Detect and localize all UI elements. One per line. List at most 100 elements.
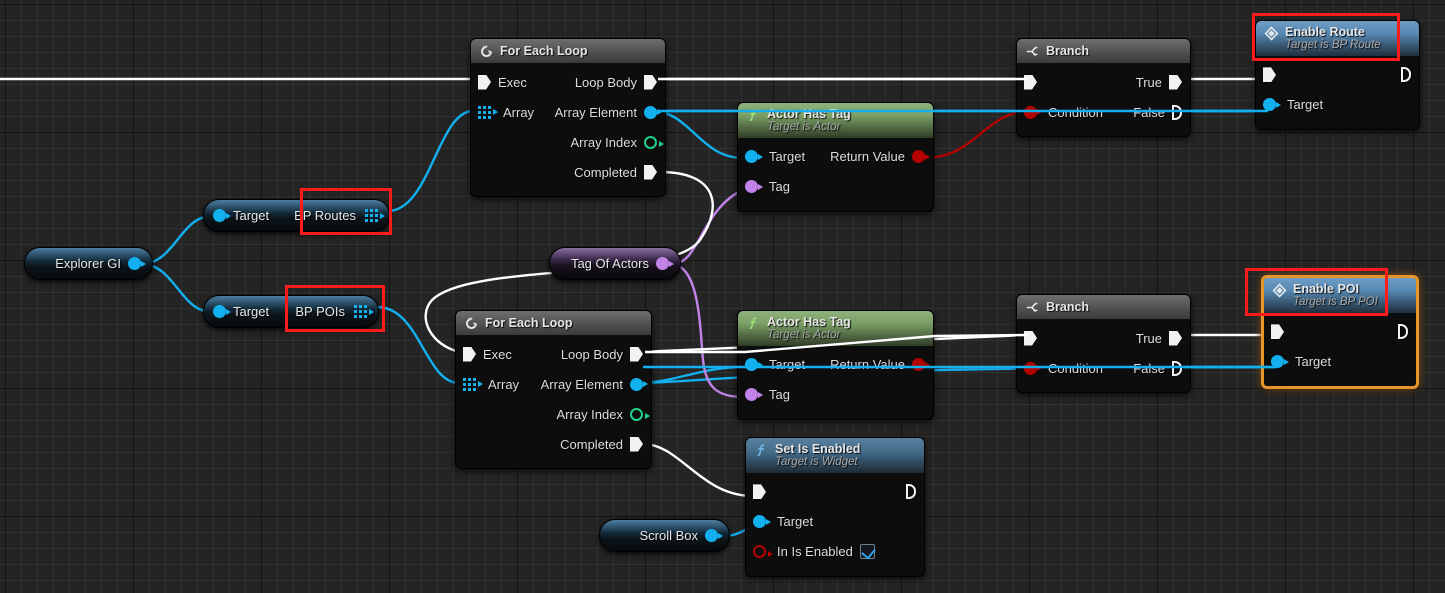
node-body: Exec Loop Body Array Array Element Array… xyxy=(471,63,665,196)
condition-in-pin[interactable]: Condition xyxy=(1024,361,1103,376)
bool-pin-icon xyxy=(1024,361,1042,375)
completed-pin[interactable]: Completed xyxy=(574,164,657,180)
variable-getter-bp-pois[interactable]: Target BP POIs xyxy=(203,295,379,328)
exec-in-pin[interactable] xyxy=(1263,67,1276,83)
node-header[interactable]: Branch xyxy=(1017,39,1190,63)
return-value-pin[interactable]: Return Value xyxy=(830,149,930,164)
object-pin-icon xyxy=(745,150,763,164)
int-pin-icon xyxy=(630,407,650,421)
tag-in-pin[interactable]: Tag xyxy=(745,387,790,402)
node-for-each-loop-routes[interactable]: For Each Loop Exec Loop Body Array Array… xyxy=(470,38,666,197)
exec-in-pin[interactable] xyxy=(1024,74,1037,90)
completed-pin[interactable]: Completed xyxy=(560,436,643,452)
pin-label: Target xyxy=(769,357,806,373)
node-enable-poi[interactable]: Enable POI Target is BP POI Target xyxy=(1261,275,1419,389)
event-icon xyxy=(1272,283,1287,298)
condition-in-pin[interactable]: Condition xyxy=(1024,105,1103,120)
variable-getter-tag-of-actors[interactable]: Tag Of Actors xyxy=(549,247,681,280)
int-pin-icon xyxy=(644,135,664,149)
exec-out-pin[interactable] xyxy=(1401,67,1411,83)
target-in-pin[interactable]: Target xyxy=(1271,354,1331,369)
object-pin-icon[interactable] xyxy=(128,257,146,270)
object-pin-icon[interactable] xyxy=(705,529,723,542)
tag-in-pin[interactable]: Tag xyxy=(745,179,790,194)
object-pin-icon xyxy=(630,377,648,391)
exec-in-pin[interactable]: Exec xyxy=(463,346,512,362)
node-header[interactable]: Set Is Enabled Target is Widget xyxy=(746,438,924,473)
variable-getter-bp-routes[interactable]: Target BP Routes xyxy=(203,199,390,232)
array-pin-icon[interactable] xyxy=(365,209,385,222)
pin-label: Exec xyxy=(483,346,512,362)
pin-row xyxy=(1264,317,1416,347)
array-element-pin[interactable]: Array Element xyxy=(540,376,648,392)
loop-icon xyxy=(466,317,477,329)
exec-pin-icon xyxy=(478,74,491,90)
true-pin[interactable]: True xyxy=(1136,330,1182,346)
variable-getter-scroll-box[interactable]: Scroll Box xyxy=(599,519,730,552)
true-pin[interactable]: True xyxy=(1136,74,1182,90)
object-pin-icon[interactable] xyxy=(213,209,231,222)
exec-in-pin[interactable] xyxy=(1024,330,1037,346)
target-in-pin[interactable]: Target xyxy=(1263,97,1323,112)
pin-label: Target xyxy=(777,514,814,530)
pin-row: Array Index xyxy=(471,127,665,157)
node-set-is-enabled[interactable]: Set Is Enabled Target is Widget Target I… xyxy=(745,437,925,577)
array-index-pin[interactable]: Array Index xyxy=(557,407,650,422)
pin-label: Array Element xyxy=(554,104,637,120)
node-subtitle: Target is Actor xyxy=(767,121,841,133)
node-header[interactable]: Actor Has Tag Target is Actor xyxy=(738,311,933,346)
exec-out-pin[interactable] xyxy=(1398,324,1408,340)
function-icon xyxy=(757,444,765,456)
array-element-pin[interactable]: Array Element xyxy=(554,104,662,120)
target-in-pin[interactable]: Target xyxy=(745,149,805,164)
pin-row xyxy=(1256,60,1419,90)
node-enable-route[interactable]: Enable Route Target is BP Route Target xyxy=(1255,20,1420,130)
bool-pin-icon xyxy=(1024,105,1042,119)
node-title: For Each Loop xyxy=(485,316,573,330)
array-index-pin[interactable]: Array Index xyxy=(571,135,664,150)
name-pin-icon[interactable] xyxy=(656,257,674,270)
name-pin-icon xyxy=(745,388,763,402)
pin-row: Tag xyxy=(738,172,933,202)
false-pin[interactable]: False xyxy=(1133,104,1182,120)
object-pin-icon[interactable] xyxy=(213,305,231,318)
array-pin-icon xyxy=(478,105,498,119)
node-header[interactable]: Enable POI Target is BP POI xyxy=(1264,278,1416,313)
exec-pin-icon xyxy=(644,164,657,180)
node-header[interactable]: For Each Loop xyxy=(471,39,665,63)
target-in-pin[interactable]: Target xyxy=(745,357,805,372)
variable-getter-explorer-gi[interactable]: Explorer GI xyxy=(24,247,153,280)
node-subtitle: Target is Widget xyxy=(775,456,858,468)
array-in-pin[interactable]: Array xyxy=(463,377,519,392)
pin-label: Return Value xyxy=(830,357,905,373)
node-header[interactable]: Branch xyxy=(1017,295,1190,319)
node-branch-pois[interactable]: Branch True Condition False xyxy=(1016,294,1191,393)
exec-pin-icon xyxy=(1172,360,1182,376)
pin-row xyxy=(746,477,924,507)
array-pin-icon[interactable] xyxy=(354,305,374,318)
node-for-each-loop-pois[interactable]: For Each Loop Exec Loop Body Array Array… xyxy=(455,310,652,469)
node-actor-has-tag-pois[interactable]: Actor Has Tag Target is Actor Target Ret… xyxy=(737,310,934,420)
pin-label: Array Element xyxy=(540,376,623,392)
exec-in-pin[interactable] xyxy=(1271,324,1284,340)
node-title: Actor Has Tag xyxy=(767,315,851,329)
node-actor-has-tag-routes[interactable]: Actor Has Tag Target is Actor Target Ret… xyxy=(737,102,934,212)
node-header[interactable]: Enable Route Target is BP Route xyxy=(1256,21,1419,56)
in-is-enabled-checkbox[interactable] xyxy=(859,544,875,560)
node-branch-routes[interactable]: Branch True Condition False xyxy=(1016,38,1191,137)
in-is-enabled-pin[interactable]: In Is Enabled xyxy=(753,544,875,560)
exec-in-pin[interactable]: Exec xyxy=(478,74,527,90)
blueprint-graph-canvas[interactable]: Explorer GI Target BP Routes Target BP P… xyxy=(0,0,1445,593)
exec-in-pin[interactable] xyxy=(753,484,766,500)
pin-row: Target Return Value xyxy=(738,142,933,172)
target-in-pin[interactable]: Target xyxy=(753,514,813,529)
loop-body-pin[interactable]: Loop Body xyxy=(575,74,657,90)
node-header[interactable]: For Each Loop xyxy=(456,311,651,335)
pin-label: Tag xyxy=(769,179,790,195)
return-value-pin[interactable]: Return Value xyxy=(830,357,930,373)
false-pin[interactable]: False xyxy=(1133,360,1182,376)
loop-body-pin[interactable]: Loop Body xyxy=(561,346,643,362)
exec-out-pin[interactable] xyxy=(906,484,916,500)
node-header[interactable]: Actor Has Tag Target is Actor xyxy=(738,103,933,138)
array-in-pin[interactable]: Array xyxy=(478,105,534,120)
